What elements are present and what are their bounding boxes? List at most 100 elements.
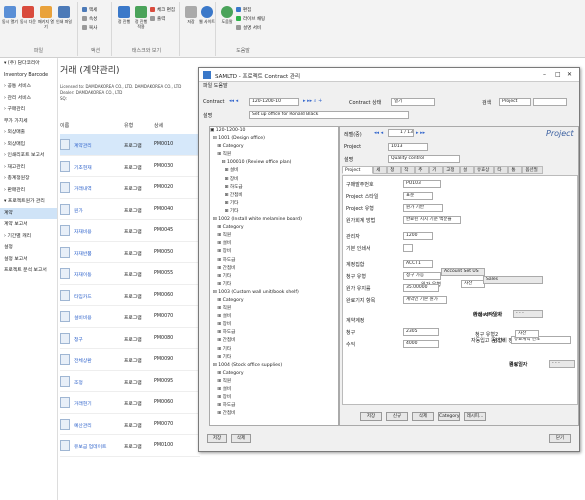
tab-6[interactable]: 고정비 — [443, 166, 460, 181]
list-item[interactable]: 타임카드 프로그램 PM0060 — [60, 285, 200, 306]
tab-5[interactable]: 기타 — [429, 166, 444, 181]
sidebar-item[interactable]: › 외상매출 — [0, 127, 57, 139]
maximize-button[interactable]: □ — [555, 71, 561, 78]
save-button[interactable]: 저장 — [207, 434, 227, 443]
list-item[interactable]: 조정 프로그램 PM0095 — [60, 371, 200, 392]
open-package-button[interactable]: 패키지 열기 — [38, 6, 54, 29]
field-input[interactable]: Account Set US — [441, 268, 485, 276]
sidebar-item[interactable]: › 재고관리 — [0, 162, 57, 174]
list-item[interactable]: 전체상환 프로그램 PM0090 — [60, 349, 200, 371]
sidebar-item[interactable]: › 공통 서비스 — [0, 81, 57, 93]
tab-2[interactable]: 청구 — [387, 166, 402, 181]
tree-node[interactable]: ⊞ 직원 — [210, 305, 338, 313]
tree-node[interactable]: ⊞ Category — [210, 370, 338, 378]
tree-node[interactable]: ⊞ 설비 — [210, 167, 338, 175]
sidebar-item[interactable]: 계약 — [0, 207, 57, 219]
contract-input[interactable]: 120-1200-10 — [249, 98, 299, 106]
sidebar-item[interactable]: › 판매관리 — [0, 185, 57, 197]
tab-11[interactable]: 옵션필드 — [522, 166, 543, 181]
tree-node[interactable]: ⊞ 하도급 — [210, 184, 338, 192]
tree-node[interactable]: ⊞ 간접비 — [210, 337, 338, 345]
sidebar-item[interactable]: Inventory Barcode — [0, 70, 57, 82]
sidebar-item[interactable]: › 기간별 캐리 — [0, 231, 57, 243]
tree-node[interactable]: ⊞ 기타 — [210, 200, 338, 208]
sidebar-item[interactable]: › 구매관리 — [0, 104, 57, 116]
level-nav-right[interactable]: ▸ ▸▸ — [416, 130, 425, 136]
open-all-button[interactable]: 동시 열기 — [2, 6, 18, 24]
detail-button-0[interactable]: 저장 — [360, 412, 382, 421]
field-input[interactable]: 35.00000 — [403, 284, 439, 292]
field-input[interactable]: ACCT1 — [403, 260, 433, 268]
contract-tree[interactable]: ▣ 120-1200-10 ⊟ 1001 (Design office) ⊞ C… — [209, 126, 339, 426]
field-input[interactable]: 청구 가능 — [403, 272, 441, 280]
list-item[interactable]: 설비비용 프로그램 PM0070 — [60, 306, 200, 328]
description-input[interactable]: Set up office for Ronald Black — [249, 111, 409, 119]
tree-node[interactable]: ⊞ 간접비 — [210, 410, 338, 418]
list-item[interactable]: 거래내역 프로그램 PM0020 — [60, 177, 200, 199]
field-input[interactable]: 자산 — [515, 330, 539, 338]
search-select[interactable]: Project — [499, 98, 531, 106]
list-item[interactable]: 거래현기 프로그램 PM0060 — [60, 392, 200, 414]
field-input[interactable]: 완료된 지시 기준 백분율 — [403, 216, 461, 224]
contract-status-select[interactable]: 열기 — [391, 98, 435, 106]
sidebar-item[interactable]: › 관리 서비스 — [0, 93, 57, 105]
tree-node[interactable]: ⊞ 장비 — [210, 321, 338, 329]
tree-node[interactable]: ⊞ 기타 — [210, 208, 338, 216]
run-apply-button[interactable]: 정 진행 적용 — [133, 6, 149, 29]
tree-node[interactable]: ⊟ 1002 (Install white melamine board) — [210, 216, 338, 224]
tree-node[interactable]: ⊞ 설비 — [210, 240, 338, 248]
manual-button[interactable]: 설명 서비 — [236, 25, 261, 31]
sidebar-item[interactable]: ▾ (주) 담다코리아 — [0, 58, 57, 70]
list-item[interactable]: 기초현재 프로그램 PM0030 — [60, 156, 200, 177]
tree-node[interactable]: ▣ 120-1200-10 — [210, 127, 338, 135]
field-input[interactable]: 원가 기반 — [403, 204, 443, 212]
tree-node[interactable]: ⊞ 하도급 — [210, 257, 338, 265]
window-menu[interactable]: 파일 도움말 — [199, 82, 579, 91]
tree-node[interactable]: ⊞ 직원 — [210, 151, 338, 159]
tab-4[interactable]: 추정 — [415, 166, 430, 181]
tree-node[interactable]: ⊞ 직원 — [210, 378, 338, 386]
field-input[interactable]: PO103 — [403, 180, 441, 188]
tree-node[interactable]: ⊞ 장비 — [210, 176, 338, 184]
tree-node[interactable]: ⊞ 기타 — [210, 346, 338, 354]
list-item[interactable]: 예산관리 프로그램 PM0070 — [60, 414, 200, 435]
project-desc-input[interactable]: Quality control — [388, 155, 460, 163]
tree-node[interactable]: ⊟ 1004 (Stock office supplies) — [210, 362, 338, 370]
sidebar-item[interactable]: › 총계정원장 — [0, 173, 57, 185]
sidebar-item[interactable]: 부가 가치세 — [0, 116, 57, 128]
tree-node[interactable]: ⊞ 간접비 — [210, 265, 338, 273]
tab-0[interactable]: Project — [342, 166, 374, 174]
tree-node[interactable]: ⊞ 설비 — [210, 313, 338, 321]
sidebar-item[interactable]: › 인쇄리포트 보고서 — [0, 150, 57, 162]
tree-node[interactable]: ⊟ 1003 (Custom wall unit/book shelf) — [210, 289, 338, 297]
close-window-button[interactable]: ✕ — [567, 71, 572, 78]
field-input[interactable]: 2305 — [403, 328, 439, 336]
tree-node[interactable]: ⊞ 기타 — [210, 354, 338, 362]
edit-help-button[interactable]: 편집 — [236, 7, 251, 13]
tree-node[interactable]: ⊞ 설비 — [210, 386, 338, 394]
tree-node[interactable]: ⊞ 하도급 — [210, 329, 338, 337]
field-input[interactable]: 표준 — [403, 192, 433, 200]
live-chat-button[interactable]: 라이브 채팅 — [236, 16, 265, 22]
level-nav[interactable]: ◂◂ ◂ — [374, 130, 383, 136]
contract-nav-arrows[interactable]: ◂◂ ◂ — [229, 98, 238, 104]
tree-node[interactable]: ⊞ Category — [210, 297, 338, 305]
run-button[interactable]: 정 진행 — [116, 6, 132, 24]
check-edit-button[interactable]: 체크 편집 — [150, 7, 175, 13]
minimize-button[interactable]: – — [543, 71, 546, 78]
sidebar-item[interactable]: 설정 — [0, 242, 57, 254]
list-item[interactable]: 자재비용 프로그램 PM0045 — [60, 220, 200, 242]
sidebar-item[interactable]: 프로젝트 분석 보고서 — [0, 265, 57, 277]
col-name-header[interactable]: 이름 — [60, 122, 69, 129]
tab-3[interactable]: 작업 — [401, 166, 416, 181]
sidebar-item[interactable]: ▾ 프로젝트원가 관리 — [0, 196, 57, 208]
field-input[interactable] — [403, 244, 413, 252]
tree-node[interactable]: ⊞ 기타 — [210, 281, 338, 289]
field-input[interactable]: - - - — [549, 360, 575, 368]
close-button[interactable]: 닫기 — [549, 434, 571, 443]
project-input[interactable]: 1013 — [388, 143, 428, 151]
save-ribbon-button[interactable]: 저장 — [183, 6, 199, 24]
detail-button-4[interactable]: 레시피... — [464, 412, 486, 421]
delete-button[interactable]: 삭제 — [231, 434, 251, 443]
tab-10[interactable]: 통화 — [508, 166, 523, 181]
